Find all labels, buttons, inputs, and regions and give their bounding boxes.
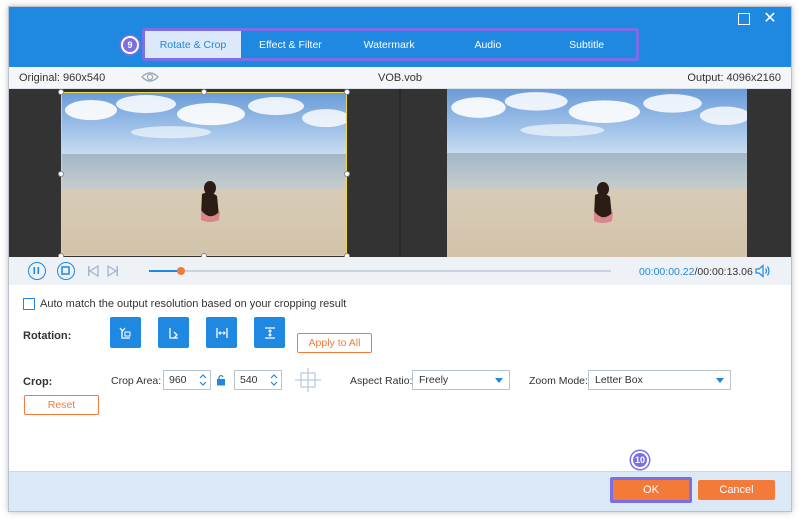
chevron-down-icon [495, 378, 503, 383]
auto-match-checkbox[interactable] [23, 298, 35, 310]
aspect-ratio-select[interactable]: Freely [412, 370, 510, 390]
step-badge: 10 [631, 451, 649, 469]
cancel-button[interactable]: Cancel [698, 480, 775, 500]
tab-bar: Rotate & Crop Effect & Filter Watermark … [142, 28, 639, 61]
tab-subtitle[interactable]: Subtitle [537, 31, 636, 58]
progress-thumb[interactable] [177, 267, 186, 275]
settings-panel: Auto match the output resolution based o… [9, 285, 791, 471]
crop-handle[interactable] [58, 89, 64, 95]
footer-bar: OK Cancel [9, 471, 791, 511]
crop-handle[interactable] [58, 171, 64, 177]
stepper-icon[interactable] [270, 373, 278, 387]
rotation-label: Rotation: [23, 330, 72, 342]
close-icon[interactable]: ✕ [763, 11, 777, 27]
progress-track[interactable] [149, 267, 611, 275]
flip-vertical-icon [264, 326, 275, 339]
original-preview [9, 89, 399, 259]
maximize-icon[interactable] [737, 12, 751, 26]
file-name: VOB.vob [377, 72, 423, 84]
flip-vertical-button[interactable] [254, 317, 285, 348]
zoom-mode-label: Zoom Mode: [529, 375, 588, 387]
crop-handle[interactable] [344, 171, 350, 177]
pause-icon [33, 267, 40, 274]
tab-rotate-crop[interactable]: Rotate & Crop [145, 31, 241, 58]
crop-width-field[interactable]: 960 [163, 370, 211, 390]
tab-effect-filter[interactable]: Effect & Filter [241, 31, 340, 58]
chevron-down-icon [716, 378, 724, 383]
aspect-ratio-value: Freely [419, 374, 449, 386]
lock-icon[interactable] [216, 374, 226, 386]
reset-button[interactable]: Reset [24, 395, 99, 415]
title-bar: ✕ 9 Rotate & Crop Effect & Filter Waterm… [9, 7, 791, 67]
next-frame-icon[interactable] [106, 264, 120, 278]
center-crop-icon[interactable] [295, 368, 321, 392]
crop-label: Crop: [23, 376, 53, 388]
auto-match-row[interactable]: Auto match the output resolution based o… [23, 298, 346, 310]
output-preview [401, 89, 791, 257]
tab-watermark[interactable]: Watermark [340, 31, 439, 58]
zoom-mode-select[interactable]: Letter Box [588, 370, 731, 390]
current-time: 00:00:00.22 [639, 266, 695, 278]
total-time: 00:00:13.06 [697, 266, 753, 278]
crop-frame[interactable] [58, 89, 350, 259]
rotate-right-icon [168, 327, 178, 339]
playback-bar: 00:00:00.22/00:00:13.06 [9, 257, 791, 285]
crop-height-value: 540 [240, 374, 258, 386]
auto-match-label: Auto match the output resolution based o… [40, 298, 347, 310]
stop-button[interactable] [57, 262, 75, 280]
step-badge: 9 [121, 36, 139, 54]
flip-horizontal-icon [215, 327, 228, 338]
aspect-ratio-label: Aspect Ratio: [350, 375, 413, 387]
tab-audio[interactable]: Audio [439, 31, 538, 58]
crop-width-value: 960 [169, 374, 187, 386]
preview-area [9, 89, 791, 259]
crop-height-field[interactable]: 540 [234, 370, 282, 390]
rotate-left-icon [119, 327, 130, 339]
info-bar: Original: 960x540 VOB.vob Output: 4096x2… [9, 67, 791, 89]
video-frame-output [447, 89, 747, 257]
previous-frame-icon[interactable] [86, 264, 100, 278]
crop-handle[interactable] [201, 89, 207, 95]
time-display: 00:00:00.22/00:00:13.06 [639, 266, 753, 278]
person-figure [594, 182, 613, 223]
rotate-right-button[interactable] [158, 317, 189, 348]
volume-icon[interactable] [755, 264, 771, 278]
zoom-mode-value: Letter Box [595, 374, 643, 386]
rotate-left-button[interactable] [110, 317, 141, 348]
ok-highlight: OK [610, 477, 692, 503]
pause-button[interactable] [28, 262, 46, 280]
crop-area-label: Crop Area: [111, 375, 162, 387]
stepper-icon[interactable] [199, 373, 207, 387]
stop-icon [61, 266, 70, 275]
ok-button[interactable]: OK [613, 480, 689, 500]
crop-handle[interactable] [344, 89, 350, 95]
apply-to-all-button[interactable]: Apply to All [297, 333, 372, 353]
output-resolution: Output: 4096x2160 [687, 72, 781, 84]
editor-window: ✕ 9 Rotate & Crop Effect & Filter Waterm… [8, 6, 792, 512]
flip-horizontal-button[interactable] [206, 317, 237, 348]
